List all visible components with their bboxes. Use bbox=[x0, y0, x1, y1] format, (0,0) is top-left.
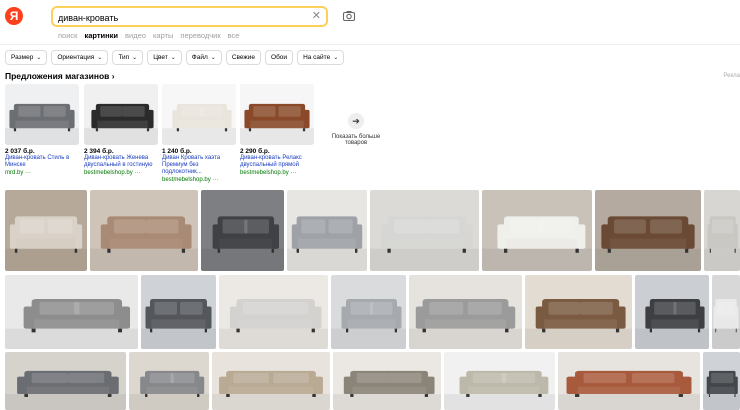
filter-chip[interactable]: На сайте ⌄ bbox=[297, 50, 345, 65]
product-price: 2 037 б.р. bbox=[5, 148, 35, 155]
filter-chip[interactable]: Свежие bbox=[225, 50, 262, 65]
product-shop[interactable]: mrd.by ··· bbox=[5, 169, 79, 177]
image-result[interactable] bbox=[141, 275, 216, 349]
product-card[interactable]: 2 037 б.р. Диван-кровать Стиль в Минске mr… bbox=[5, 84, 79, 177]
chevron-down-icon: ⌄ bbox=[36, 55, 42, 61]
filter-bar: Размер ⌄ Ориентация ⌄ Тип ⌄ Цвет ⌄ Файл ⌄ Свежие Об… bbox=[5, 50, 345, 65]
filter-chip[interactable]: Файл ⌄ bbox=[185, 50, 222, 65]
chevron-down-icon: ⌄ bbox=[97, 55, 103, 61]
filter-label: Цвет bbox=[153, 54, 168, 61]
product-image[interactable] bbox=[5, 84, 79, 145]
product-name[interactable]: Диван-кровать Женева двуспальный в гости… bbox=[84, 155, 158, 169]
search-tabs: поиск картинки видео карты переводчик все bbox=[58, 31, 239, 40]
product-price: 2 394 б.р. bbox=[84, 148, 114, 155]
filter-label: Тип bbox=[118, 54, 130, 61]
image-result[interactable] bbox=[287, 190, 367, 271]
tab-0[interactable]: поиск bbox=[58, 31, 77, 40]
search-box[interactable]: ✕ bbox=[51, 6, 328, 27]
search-input[interactable] bbox=[53, 9, 293, 27]
filter-chip[interactable]: Ориентация ⌄ bbox=[51, 50, 109, 65]
show-more-products-button[interactable]: ➔ Показать больше товаров bbox=[328, 113, 384, 146]
image-result[interactable] bbox=[712, 275, 740, 349]
yandex-logo[interactable]: Я bbox=[5, 7, 23, 25]
product-price: 2 290 б.р. bbox=[240, 148, 270, 155]
image-result[interactable] bbox=[331, 275, 406, 349]
chevron-down-icon: ⌄ bbox=[170, 55, 176, 61]
filter-chip[interactable]: Обои bbox=[265, 50, 294, 65]
image-result[interactable] bbox=[219, 275, 328, 349]
image-result[interactable] bbox=[212, 352, 330, 410]
product-name[interactable]: Диван-кровать Релакс двуспальный прямой bbox=[240, 155, 314, 169]
filter-label: Файл bbox=[191, 54, 208, 61]
product-name[interactable]: Диван Кровать хаэта Премиум без подлокот… bbox=[162, 155, 236, 176]
filter-label: Ориентация bbox=[57, 54, 95, 61]
filter-label: Обои bbox=[271, 54, 288, 61]
tab-2[interactable]: видео bbox=[125, 31, 146, 40]
image-result[interactable] bbox=[201, 190, 284, 271]
image-result[interactable] bbox=[333, 352, 441, 410]
header-divider bbox=[0, 44, 740, 45]
image-result[interactable] bbox=[5, 352, 126, 410]
tab-5[interactable]: все bbox=[228, 31, 240, 40]
chevron-down-icon: ⌄ bbox=[333, 55, 339, 61]
product-image[interactable] bbox=[240, 84, 314, 145]
product-card[interactable]: 2 394 б.р. Диван-кровать Женева двуспальн… bbox=[84, 84, 158, 177]
filter-label: На сайте bbox=[303, 54, 331, 61]
product-image[interactable] bbox=[84, 84, 158, 145]
shop-offers-title[interactable]: Предложения магазинов › bbox=[5, 71, 115, 81]
image-result[interactable] bbox=[409, 275, 522, 349]
image-result[interactable] bbox=[482, 190, 592, 271]
ad-label: Рекла bbox=[723, 73, 740, 79]
image-result[interactable] bbox=[595, 190, 701, 271]
product-price: 1 240 б.р. bbox=[162, 148, 192, 155]
filter-label: Размер bbox=[11, 54, 34, 61]
tab-1[interactable]: картинки bbox=[84, 31, 118, 40]
product-shop[interactable]: bestmebelshop.by ··· bbox=[84, 169, 158, 177]
filter-chip[interactable]: Цвет ⌄ bbox=[147, 50, 182, 65]
filter-chip[interactable]: Тип ⌄ bbox=[112, 50, 144, 65]
product-card[interactable]: 1 240 б.р. Диван Кровать хаэта Премиум бе… bbox=[162, 84, 236, 184]
image-result[interactable] bbox=[444, 352, 555, 410]
product-image[interactable] bbox=[162, 84, 236, 145]
image-result[interactable] bbox=[558, 352, 700, 410]
show-more-label: Показать больше товаров bbox=[331, 134, 381, 146]
image-result[interactable] bbox=[90, 190, 198, 271]
product-shop[interactable]: bestmebelshop.by ··· bbox=[240, 169, 314, 177]
image-result[interactable] bbox=[5, 190, 87, 271]
image-result[interactable] bbox=[635, 275, 709, 349]
close-icon[interactable]: ✕ bbox=[312, 10, 321, 23]
arrow-right-icon: ➔ bbox=[348, 113, 364, 129]
image-result[interactable] bbox=[5, 275, 138, 349]
image-result[interactable] bbox=[370, 190, 479, 271]
camera-icon[interactable] bbox=[342, 9, 356, 23]
image-result[interactable] bbox=[525, 275, 632, 349]
filter-label: Свежие bbox=[231, 54, 256, 61]
image-result[interactable] bbox=[703, 352, 740, 410]
product-card[interactable]: 2 290 б.р. Диван-кровать Релакс двуспальн… bbox=[240, 84, 314, 177]
tab-3[interactable]: карты bbox=[153, 31, 173, 40]
image-result[interactable] bbox=[704, 190, 740, 271]
tab-4[interactable]: переводчик bbox=[180, 31, 220, 40]
chevron-down-icon: ⌄ bbox=[132, 55, 138, 61]
image-result[interactable] bbox=[129, 352, 209, 410]
chevron-down-icon: ⌄ bbox=[210, 55, 216, 61]
filter-chip[interactable]: Размер ⌄ bbox=[5, 50, 48, 65]
product-name[interactable]: Диван-кровать Стиль в Минске bbox=[5, 155, 79, 169]
product-shop[interactable]: bestmebelshop.by ··· bbox=[162, 176, 236, 184]
